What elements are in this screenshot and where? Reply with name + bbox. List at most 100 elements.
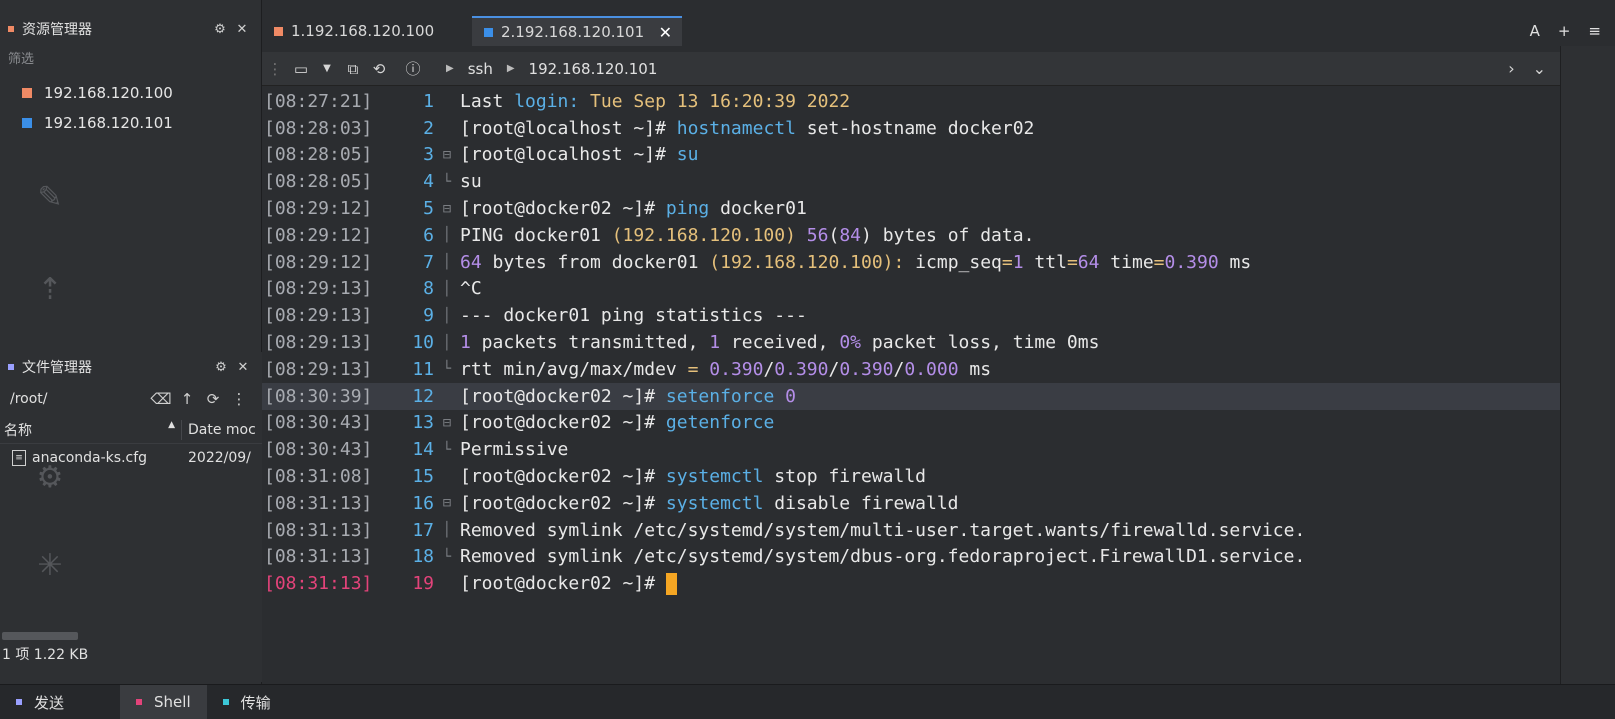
column-date[interactable]: Date moc — [182, 422, 256, 438]
timestamp: [08:30:43] — [264, 412, 373, 434]
fold-icon: └ — [442, 548, 452, 565]
fold-icon: │ — [442, 307, 452, 324]
breadcrumb: ▶ ssh ▶ 192.168.120.101 — [432, 60, 657, 78]
terminal-line: [08:27:21] 1 Last login: Tue Sep 13 16:20:… — [262, 88, 1560, 115]
line-number: 5 — [423, 198, 434, 220]
ghost-loading-icon: ✳ — [37, 548, 63, 583]
session-item[interactable]: 192.168.120.100 — [0, 78, 261, 108]
up-arrow-icon[interactable]: ↑ — [174, 390, 200, 408]
fold-icon: └ — [442, 173, 452, 190]
breadcrumb-protocol[interactable]: ssh — [468, 60, 493, 78]
ghost-edit-icon: ✎ — [37, 180, 63, 215]
timestamp: [08:31:13] — [264, 519, 373, 541]
add-tab-icon[interactable]: + — [1558, 22, 1571, 40]
terminal-line: [08:29:12] 6 │ PING docker01 (192.168.120.1… — [262, 222, 1560, 249]
line-number: 9 — [423, 305, 434, 327]
fold-icon[interactable]: ⊟ — [434, 147, 460, 163]
settings-icon[interactable]: ⚙ — [209, 22, 231, 37]
timestamp: [08:29:13] — [264, 332, 373, 354]
filter-input[interactable]: 筛选 — [0, 44, 261, 70]
tab-send[interactable]: 发送 — [0, 685, 80, 719]
info-icon[interactable]: ⓘ — [400, 58, 426, 79]
close-icon[interactable]: ✕ — [231, 22, 253, 37]
line-text: su — [460, 171, 482, 193]
line-number: 4 — [423, 171, 434, 193]
line-number: 13 — [412, 412, 434, 434]
tab-send-label: 发送 — [34, 693, 65, 712]
chevron-right-icon[interactable]: › — [1508, 59, 1514, 78]
clear-icon[interactable]: ⌫ — [148, 390, 174, 408]
line-number: 16 — [412, 492, 434, 514]
terminal-line: [08:30:43] 13 ⊟ [root@docker02 ~]# getenfor… — [262, 410, 1560, 437]
timestamp: [08:30:43] — [264, 439, 373, 461]
terminal-line: [08:29:13] 9 │ --- docker01 ping statistics… — [262, 302, 1560, 329]
line-number: 18 — [412, 546, 434, 568]
font-icon[interactable]: A — [1530, 22, 1540, 40]
terminal-line: [08:29:13] 8 │ ^C — [262, 276, 1560, 303]
timestamp: [08:27:21] — [264, 90, 373, 112]
close-icon[interactable]: ✕ — [232, 360, 254, 375]
more-icon[interactable]: ⋮ — [226, 390, 252, 408]
explorer-marker-icon — [8, 26, 14, 32]
tab-session-2[interactable]: 2.192.168.120.101 ✕ — [472, 16, 682, 46]
timestamp: [08:31:08] — [264, 466, 373, 488]
tab-session-1[interactable]: 1.192.168.120.100 — [262, 16, 472, 46]
tab-label: 1.192.168.120.100 — [291, 22, 435, 40]
line-text: [root@docker02 ~]# ping docker01 — [460, 198, 807, 220]
timestamp: [08:29:12] — [264, 251, 373, 273]
terminal-line: [08:31:13] 18 └ Removed symlink /etc/system… — [262, 544, 1560, 571]
duplicate-icon[interactable]: ⧉ — [340, 60, 366, 78]
fold-icon[interactable]: ⊟ — [434, 415, 460, 431]
tab-strip-actions: A + ≡ — [1530, 16, 1615, 46]
drag-handle-icon[interactable]: ⋮ — [262, 60, 288, 78]
file-manager-header: 文件管理器 ⚙ ✕ — [0, 352, 262, 382]
tab-transfer[interactable]: 传输 — [207, 685, 287, 719]
line-number: 1 — [423, 90, 434, 112]
tab-shell[interactable]: Shell — [120, 684, 207, 719]
timestamp: [08:28:05] — [264, 171, 373, 193]
tab-menu-icon[interactable]: ≡ — [1588, 22, 1601, 40]
line-text: Permissive — [460, 439, 569, 461]
terminal-line: [08:30:43] 14 └ Permissive — [262, 436, 1560, 463]
line-number: 12 — [412, 385, 434, 407]
line-number: 6 — [423, 224, 434, 246]
fold-icon: └ — [442, 441, 452, 458]
path-bar: /root/ ⌫ ↑ ⟳ ⋮ — [0, 382, 262, 416]
transfer-marker-icon — [222, 699, 229, 705]
dropdown-icon[interactable]: ▼ — [314, 63, 340, 74]
reconnect-icon[interactable]: ⟲ — [366, 60, 392, 78]
session-color-icon — [22, 118, 32, 128]
terminal-line: [08:31:08] 15 [root@docker02 ~]# systemctl… — [262, 463, 1560, 490]
text-cursor — [665, 572, 677, 595]
path-input[interactable]: /root/ — [10, 391, 148, 407]
fold-icon[interactable]: ⊟ — [434, 201, 460, 217]
horizontal-scrollbar[interactable] — [2, 632, 78, 640]
timestamp: [08:29:13] — [264, 278, 373, 300]
fold-icon[interactable]: ⊟ — [434, 495, 460, 511]
terminal-line: [08:29:13] 10 │ 1 packets transmitted, 1 re… — [262, 329, 1560, 356]
breadcrumb-host[interactable]: 192.168.120.101 — [529, 60, 658, 78]
fold-icon: │ — [442, 280, 452, 297]
column-name[interactable]: 名称 ▲ — [0, 419, 182, 440]
line-text: 64 bytes from docker01 (192.168.120.100)… — [460, 251, 1252, 273]
terminal-output[interactable]: [08:27:21] 1 Last login: Tue Sep 13 16:20:… — [262, 88, 1560, 624]
timestamp: [08:31:13] — [264, 492, 373, 514]
line-text: Removed symlink /etc/systemd/system/mult… — [460, 519, 1306, 541]
tab-close-icon[interactable]: ✕ — [659, 23, 672, 42]
line-text: Last login: Tue Sep 13 16:20:39 2022 — [460, 90, 851, 112]
session-label: 192.168.120.101 — [44, 114, 173, 132]
file-list-header: 名称 ▲ Date moc — [0, 416, 262, 444]
tab-shell-label: Shell — [154, 693, 191, 711]
new-session-icon[interactable]: ▭ — [288, 60, 314, 78]
chevron-down-icon[interactable]: ⌄ — [1533, 59, 1546, 78]
refresh-icon[interactable]: ⟳ — [200, 390, 226, 408]
line-text: PING docker01 (192.168.120.100) 56(84) b… — [460, 224, 1035, 246]
line-text: rtt min/avg/max/mdev = 0.390/0.390/0.390… — [460, 358, 992, 380]
timestamp: [08:28:03] — [264, 117, 373, 139]
shell-marker-icon — [136, 699, 143, 705]
session-item[interactable]: 192.168.120.101 — [0, 108, 261, 138]
settings-icon[interactable]: ⚙ — [210, 360, 232, 375]
line-number: 8 — [423, 278, 434, 300]
explorer-header: 资源管理器 ⚙ ✕ — [0, 14, 261, 44]
bottom-tab-bar: 发送 Shell 传输 — [0, 684, 1615, 719]
